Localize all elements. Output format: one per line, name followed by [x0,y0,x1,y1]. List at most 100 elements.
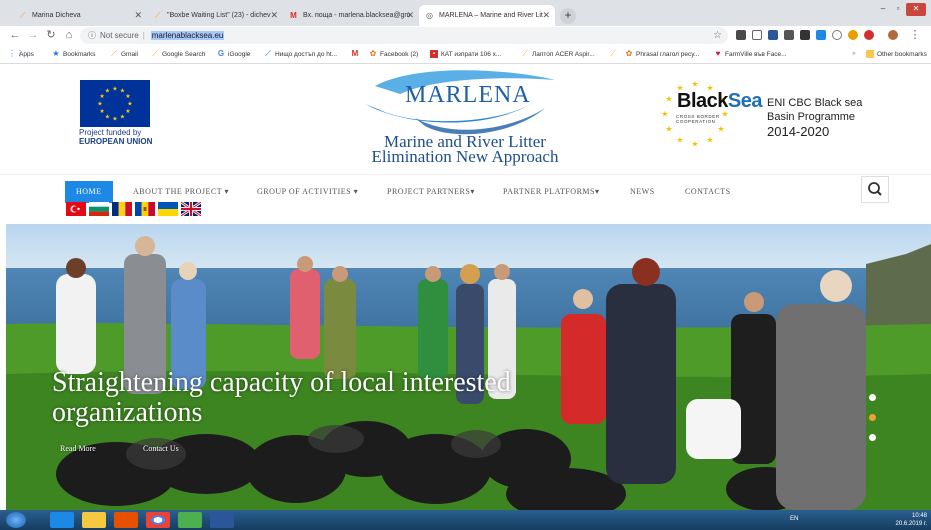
extension-icon[interactable] [832,30,842,40]
extension-icon[interactable] [768,30,778,40]
chrome-icon[interactable] [146,512,170,528]
hero-slide-title: Straightening capacity of local interest… [52,367,511,428]
web-page: ★ ★ ★ ★ ★ ★ ★ ★ ★ ★ ★ ★ Project funded by EUROPEAN … [0,64,931,510]
eni-years: 2014-2020 [767,124,830,139]
url-text[interactable]: marlenablacksea.eu [150,31,225,40]
nav-group-of-activities[interactable]: GROUP OF ACTIVITIES ▾ [257,181,358,203]
nav-partner-platforms[interactable]: PARTNER PLATFORMS▾ [503,181,600,203]
window-close-icon[interactable]: ✕ [906,3,926,16]
flag-ukraine-icon[interactable] [158,202,178,216]
extension-icon[interactable] [736,30,746,40]
extension-icon[interactable] [784,30,794,40]
star-icon: ★ [105,88,110,95]
bookmarks-bar: ⋮⋮ Apps ★ Bookmarks ⟋ Gmail ⟋ Google Search … [0,46,931,64]
close-icon[interactable]: ✕ [134,10,142,21]
nav-project-partners[interactable]: PROJECT PARTNERS▾ [387,181,475,203]
bookmark-icon: ✿ [625,49,633,58]
minimize-icon[interactable]: – [876,3,890,16]
close-icon[interactable]: ✕ [270,10,278,21]
system-clock[interactable]: 10:48 20.6.2019 г. [896,512,927,528]
extension-icon[interactable] [800,30,810,40]
google-icon: G [217,49,225,58]
nav-contacts[interactable]: CONTACTS [685,181,731,203]
bookmark-facebook[interactable]: ✿ Facebook (2) [369,49,419,58]
home-icon[interactable]: ⌂ [62,28,76,42]
eu-caption-line1: Project funded by [79,128,142,137]
bookmark-farmville[interactable]: ♥ FarmVille във Face... [714,50,787,58]
bookmark-icon: ⟋ [154,11,161,20]
bookmark-icon: ⟋ [152,49,158,58]
close-icon[interactable]: ✕ [406,10,414,21]
reload-icon[interactable]: ↻ [44,28,58,42]
bookmark-acer[interactable]: ⟋ Лаптоп ACER Aspir... [521,49,594,58]
tab-title: Вх. поща - marlena.blacksea@gm [303,12,411,19]
slider-dot-active[interactable] [869,414,876,421]
blacksea-title: BlackSea [677,90,762,112]
contact-us-button[interactable]: Contact Us [143,444,179,453]
apps-grid-icon: ⋮⋮ [8,49,24,58]
extension-icon[interactable] [816,30,826,40]
browser-tab-2[interactable]: ⟋ "Boxbe Waiting List" (23) - dichev ✕ [147,5,283,26]
profile-avatar[interactable] [888,30,898,40]
menu-kebab-icon[interactable]: ⋮ [908,28,922,42]
star-icon: ★ [691,80,698,89]
browser-tab-active[interactable]: ◎ MARLENA – Marine and River Lit ✕ [419,5,555,26]
nav-home[interactable]: HOME [65,181,113,203]
bookmark-bookmarks[interactable]: ★ Bookmarks [52,50,95,58]
star-icon[interactable]: ☆ [713,30,722,41]
close-icon[interactable]: ✕ [542,10,550,21]
back-arrow-icon[interactable]: ← [8,28,22,42]
bookmark-other[interactable]: Other bookmarks [866,50,927,58]
bookmark-icon: ⟋ [522,49,528,58]
bookmark-igoogle[interactable]: GiGoogle [217,49,251,58]
bookmark-icon: ⟋ [610,49,616,58]
search-button[interactable] [861,176,889,203]
facebook-icon: ✿ [369,49,377,58]
eni-programme-text: ENI CBC Black sea Basin Programme [767,97,863,123]
adblock-icon[interactable] [864,30,874,40]
bookmark-gmail-m[interactable]: M [351,50,362,58]
read-more-button[interactable]: Read More [60,444,96,453]
bookmark-kat[interactable]: ▪ КАТ изпрати 106 х... [430,50,501,58]
bookmark-apps[interactable]: ⋮⋮ Apps [8,50,34,58]
new-tab-button[interactable]: + [560,8,576,24]
browser-tab-1[interactable]: ⟋ Marina Dicheva ✕ [12,5,147,26]
file-explorer-icon[interactable] [82,512,106,528]
gmail-icon: M [351,49,359,58]
slider-dot[interactable] [869,394,876,401]
nav-about-the-project[interactable]: ABOUT THE PROJECT ▾ [133,181,229,203]
flag-turkey-icon[interactable] [66,202,86,216]
bookmark-phrasal[interactable]: ✿ Phrasal глагол ресу... [625,49,700,58]
flag-united-kingdom-icon[interactable] [181,202,201,216]
bookmark-unnamed[interactable]: ⟋ [609,50,620,58]
extension-icon[interactable] [848,30,858,40]
flag-romania-icon[interactable] [112,202,132,216]
flag-bulgaria-icon[interactable] [89,202,109,216]
browser-tab-bar: ⟋ Marina Dicheva ✕ ⟋ "Boxbe Waiting List… [0,0,931,26]
info-icon[interactable]: ⓘ [88,30,96,41]
internet-explorer-icon[interactable] [50,512,74,528]
address-bar[interactable]: ⓘ Not secure | marlenablacksea.eu ☆ [80,27,728,44]
maximize-icon[interactable]: ▫ [891,3,905,16]
bookmark-gmail[interactable]: ⟋ Gmail [110,50,138,58]
nav-news[interactable]: NEWS [630,181,655,203]
flag-moldova-icon[interactable] [135,202,155,216]
windows-start-icon[interactable] [6,512,26,528]
bookmark-google-search[interactable]: ⟋ Google Search [151,50,205,58]
app-icon[interactable] [178,512,202,528]
word-icon[interactable] [210,512,234,528]
star-icon: ★ [125,93,130,100]
keyboard-language[interactable]: EN [790,516,798,522]
extension-icon[interactable] [752,30,762,40]
slider-dot[interactable] [869,434,876,441]
security-status: Not secure [100,31,139,40]
media-player-icon[interactable] [114,512,138,528]
heart-icon: ♥ [715,49,721,58]
search-icon [868,182,882,196]
bookmark-icon: ⟋ [265,49,271,58]
forward-arrow-icon[interactable]: → [26,28,40,42]
bookmark-access[interactable]: ⟋ Нищо достъп до ht... [264,50,337,58]
browser-tab-3[interactable]: M Вх. поща - marlena.blacksea@gm ✕ [283,5,419,26]
more-bookmarks-chevron-icon[interactable]: » [852,50,856,57]
star-icon: ★ [105,113,110,120]
